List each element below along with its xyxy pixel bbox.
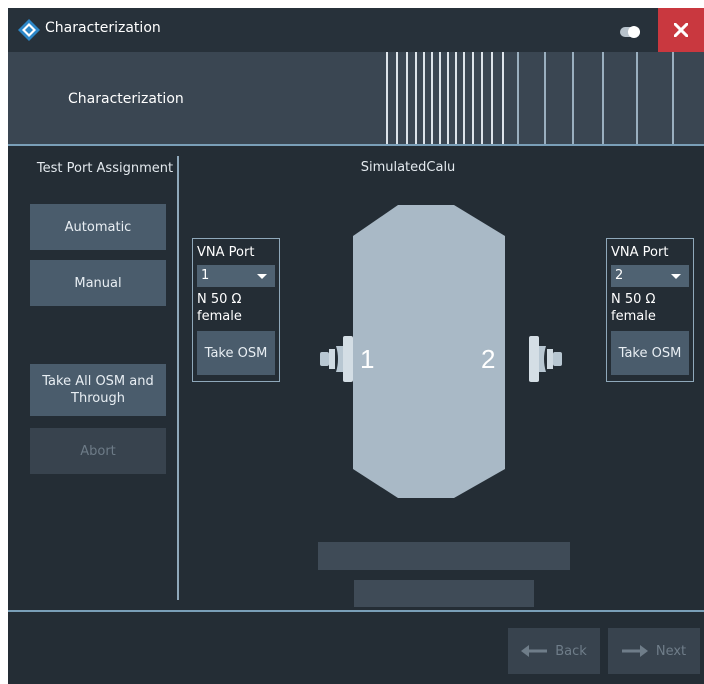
take-osm-port-2-button[interactable]: Take OSM (611, 331, 689, 375)
characterization-window: Characterization Characterization Test P… (8, 8, 704, 684)
vna-port-1-select[interactable]: 1 (197, 265, 275, 287)
vna-port-2-label: VNA Port (611, 245, 669, 260)
chevron-down-icon (257, 274, 267, 279)
vna-port-1-panel: VNA Port 1 N 50 Ω female Take OSM (192, 238, 280, 382)
vna-port-2-panel: VNA Port 2 N 50 Ω female Take OSM (606, 238, 694, 382)
status-bar (354, 580, 534, 607)
title-bar: Characterization (8, 8, 704, 52)
port-2-connector-icon (529, 336, 562, 382)
through-status-bar (318, 542, 570, 570)
toggle-knob (628, 26, 640, 38)
toggle-switch[interactable] (620, 26, 640, 38)
banner-title: Characterization (68, 91, 184, 107)
close-button[interactable] (658, 8, 704, 52)
vna-port-2-connector-type: N 50 Ω female (611, 292, 656, 324)
vna-port-1-value: 1 (201, 268, 210, 283)
window-title: Characterization (45, 20, 161, 36)
close-icon (674, 23, 688, 37)
next-label: Next (655, 643, 687, 659)
back-label: Back (555, 643, 587, 659)
banner-stripes-decoration (386, 52, 674, 144)
vna-port-1-connector-type: N 50 Ω female (197, 292, 242, 324)
port-2-number: 2 (481, 344, 496, 374)
wizard-footer: Back Next (8, 612, 704, 684)
vna-port-1-label: VNA Port (197, 245, 255, 260)
port-1-connector-icon (320, 336, 353, 382)
vna-port-2-value: 2 (615, 268, 624, 283)
arrow-right-icon (621, 645, 648, 657)
back-button[interactable]: Back (508, 628, 600, 674)
app-logo-icon (18, 19, 40, 41)
main-panel: Test Port Assignment Automatic Manual Ta… (8, 146, 704, 610)
calibration-unit-diagram (320, 205, 562, 498)
arrow-left-icon (521, 645, 548, 657)
vna-port-2-select[interactable]: 2 (611, 265, 689, 287)
port-1-number: 1 (360, 344, 375, 374)
wizard-banner: Characterization (8, 52, 704, 144)
next-button[interactable]: Next (608, 628, 700, 674)
take-osm-port-1-button[interactable]: Take OSM (197, 331, 275, 375)
chevron-down-icon (671, 274, 681, 279)
